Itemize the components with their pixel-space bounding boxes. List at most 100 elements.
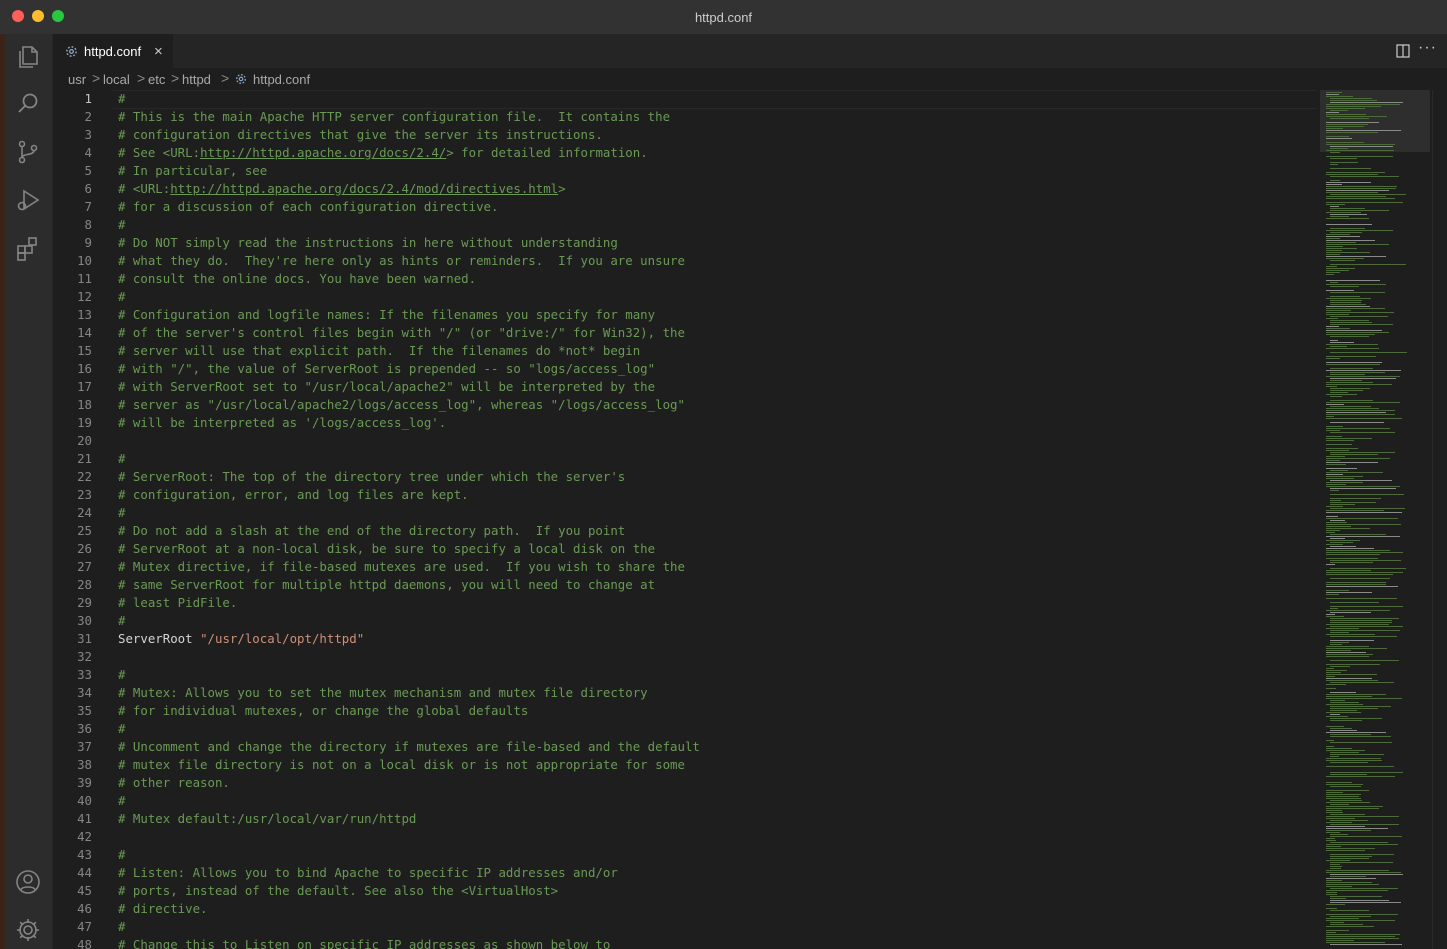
code-line[interactable]: 31 ServerRoot "/usr/local/opt/httpd" <box>53 630 1317 648</box>
code-line[interactable]: 30 # <box>53 612 1317 630</box>
minimap-line <box>1326 212 1361 213</box>
code-line[interactable]: 14 # of the server's control files begin … <box>53 324 1317 342</box>
code-line[interactable]: 26 # ServerRoot at a non-local disk, be s… <box>53 540 1317 558</box>
code-line[interactable]: 46 # directive. <box>53 900 1317 918</box>
search-icon[interactable] <box>14 90 42 118</box>
minimap-line <box>1326 532 1335 533</box>
url-link[interactable]: http://httpd.apache.org/docs/2.4/ <box>200 145 446 160</box>
code-line[interactable]: 8 # <box>53 216 1317 234</box>
code-line[interactable]: 10 # what they do. They're here only as h… <box>53 252 1317 270</box>
run-debug-icon[interactable] <box>14 186 42 214</box>
line-number: 45 <box>77 883 92 898</box>
code-line[interactable]: 37 # Uncomment and change the directory i… <box>53 738 1317 756</box>
code-line[interactable]: 4 # See <URL:http://httpd.apache.org/docs… <box>53 144 1317 162</box>
line-content: # Listen: Allows you to bind Apache to s… <box>118 864 618 882</box>
code-line[interactable]: 32 <box>53 648 1317 666</box>
url-link[interactable]: http://httpd.apache.org/docs/2.4/mod/dir… <box>170 181 558 196</box>
minimap-line <box>1330 392 1348 393</box>
code-line[interactable]: 41 # Mutex default:/usr/local/var/run/htt… <box>53 810 1317 828</box>
code-line[interactable]: 47 # <box>53 918 1317 936</box>
line-content: # Change this to Listen on specific IP a… <box>118 936 610 949</box>
code-line[interactable]: 21 # <box>53 450 1317 468</box>
breadcrumb-item-local[interactable]: local <box>103 72 130 87</box>
minimap-line <box>1326 776 1395 777</box>
code-line[interactable]: 1 # <box>53 90 1317 108</box>
minimap-line <box>1326 332 1389 333</box>
minimap-line <box>1326 696 1372 697</box>
files-icon[interactable] <box>14 42 42 70</box>
code-line[interactable]: 25 # Do not add a slash at the end of the… <box>53 522 1317 540</box>
line-number: 8 <box>84 217 92 232</box>
code-line[interactable]: 24 # <box>53 504 1317 522</box>
minimap-line <box>1326 830 1371 831</box>
minimap-line <box>1326 806 1383 807</box>
minimap-line <box>1330 300 1362 301</box>
line-number: 40 <box>77 793 92 808</box>
minimap-line <box>1326 822 1352 823</box>
extensions-icon[interactable] <box>14 234 42 262</box>
minimap-line <box>1326 136 1349 137</box>
code-line[interactable]: 6 # <URL:http://httpd.apache.org/docs/2.4… <box>53 180 1317 198</box>
code-line[interactable]: 40 # <box>53 792 1317 810</box>
minimap-line <box>1330 320 1369 321</box>
code-line[interactable]: 5 # In particular, see <box>53 162 1317 180</box>
breadcrumb-item-usr[interactable]: usr <box>68 72 86 87</box>
code-line[interactable]: 44 # Listen: Allows you to bind Apache to… <box>53 864 1317 882</box>
minimap-line <box>1326 478 1354 479</box>
minimap-line <box>1326 672 1341 673</box>
line-content: # server as "/usr/local/apache2/logs/acc… <box>118 396 685 414</box>
minimap-line <box>1326 816 1399 817</box>
code-line[interactable]: 13 # Configuration and logfile names: If … <box>53 306 1317 324</box>
code-line[interactable]: 18 # server as "/usr/local/apache2/logs/a… <box>53 396 1317 414</box>
minimap-line <box>1330 388 1370 389</box>
code-line[interactable]: 35 # for individual mutexes, or change th… <box>53 702 1317 720</box>
vertical-scrollbar[interactable] <box>1432 90 1447 949</box>
code-line[interactable]: 36 # <box>53 720 1317 738</box>
code-line[interactable]: 23 # configuration, error, and log files … <box>53 486 1317 504</box>
minimap-line <box>1326 96 1353 97</box>
code-editor[interactable]: 1 #2 # This is the main Apache HTTP server… <box>53 90 1317 949</box>
code-line[interactable]: 3 # configuration directives that give th… <box>53 126 1317 144</box>
more-actions-icon[interactable]: ··· <box>1418 39 1437 57</box>
code-line[interactable]: 39 # other reason. <box>53 774 1317 792</box>
code-line[interactable]: 42 <box>53 828 1317 846</box>
code-line[interactable]: 16 # with "/", the value of ServerRoot is… <box>53 360 1317 378</box>
breadcrumb-item-httpd[interactable]: httpd <box>182 72 211 87</box>
tab-httpd-conf[interactable]: httpd.conf × <box>53 34 173 69</box>
code-line[interactable]: 45 # ports, instead of the default. See a… <box>53 882 1317 900</box>
line-content: # directive. <box>118 900 208 918</box>
minimap-line <box>1326 818 1355 819</box>
minimap-line <box>1326 634 1375 635</box>
split-editor-icon[interactable] <box>1396 44 1410 58</box>
code-line[interactable]: 38 # mutex file directory is not on a loc… <box>53 756 1317 774</box>
code-line[interactable]: 17 # with ServerRoot set to "/usr/local/a… <box>53 378 1317 396</box>
code-line[interactable]: 19 # will be interpreted as '/logs/access… <box>53 414 1317 432</box>
code-line[interactable]: 48 # Change this to Listen on specific IP… <box>53 936 1317 949</box>
settings-gear-icon[interactable] <box>14 916 42 944</box>
minimap-line <box>1326 202 1403 203</box>
code-line[interactable]: 12 # <box>53 288 1317 306</box>
breadcrumb-item-etc[interactable]: etc <box>148 72 165 87</box>
minimap[interactable] <box>1320 90 1430 949</box>
code-line[interactable]: 29 # least PidFile. <box>53 594 1317 612</box>
source-control-icon[interactable] <box>14 138 42 166</box>
code-line[interactable]: 2 # This is the main Apache HTTP server c… <box>53 108 1317 126</box>
code-line[interactable]: 27 # Mutex directive, if file-based mutex… <box>53 558 1317 576</box>
code-line[interactable]: 9 # Do NOT simply read the instructions i… <box>53 234 1317 252</box>
breadcrumb-item-file[interactable]: httpd.conf <box>253 72 310 87</box>
minimap-line <box>1326 386 1337 387</box>
code-line[interactable]: 33 # <box>53 666 1317 684</box>
code-line[interactable]: 28 # same ServerRoot for multiple httpd d… <box>53 576 1317 594</box>
code-line[interactable]: 22 # ServerRoot: The top of the directory… <box>53 468 1317 486</box>
code-line[interactable]: 15 # server will use that explicit path. … <box>53 342 1317 360</box>
account-icon[interactable] <box>14 868 42 896</box>
close-icon[interactable]: × <box>154 44 163 59</box>
minimap-line <box>1330 706 1391 707</box>
code-line[interactable]: 43 # <box>53 846 1317 864</box>
minimap-line <box>1326 516 1338 517</box>
code-line[interactable]: 20 <box>53 432 1317 450</box>
code-line[interactable]: 34 # Mutex: Allows you to set the mutex m… <box>53 684 1317 702</box>
minimap-line <box>1330 336 1369 337</box>
code-line[interactable]: 7 # for a discussion of each configuratio… <box>53 198 1317 216</box>
code-line[interactable]: 11 # consult the online docs. You have be… <box>53 270 1317 288</box>
